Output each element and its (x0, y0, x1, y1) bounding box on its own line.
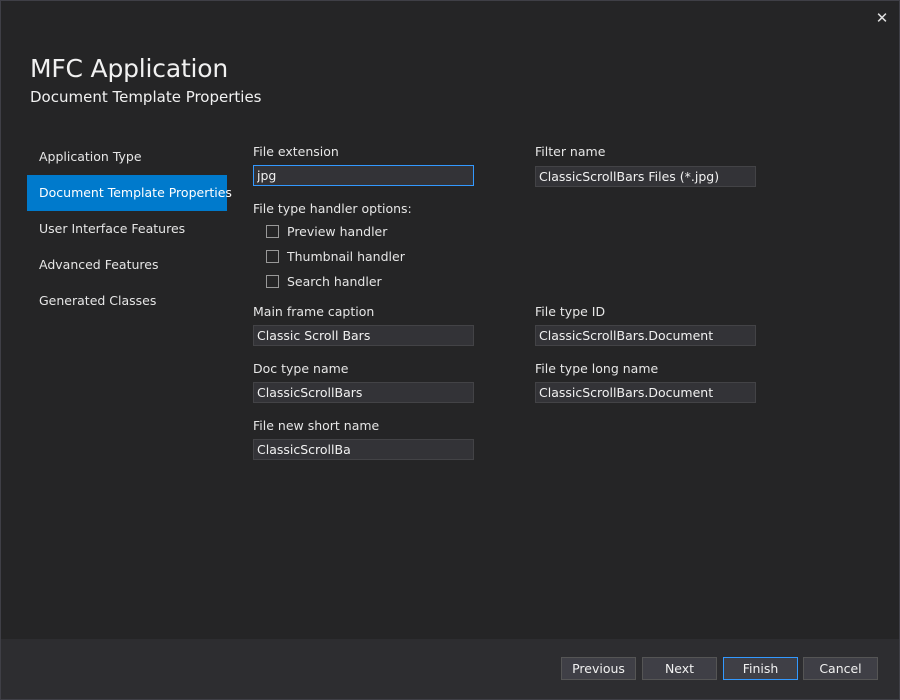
file-type-long-name-label: File type long name (535, 361, 659, 376)
filter-name-field[interactable] (535, 166, 756, 187)
handler-options-label: File type handler options: (253, 201, 412, 216)
file-new-short-name-field[interactable] (253, 439, 474, 460)
thumbnail-handler-label: Thumbnail handler (287, 248, 405, 264)
preview-handler-option[interactable]: Preview handler (266, 221, 387, 241)
cancel-button[interactable]: Cancel (803, 657, 878, 680)
thumbnail-handler-option[interactable]: Thumbnail handler (266, 246, 405, 266)
thumbnail-handler-checkbox[interactable] (266, 249, 279, 263)
search-handler-option[interactable]: Search handler (266, 271, 382, 291)
preview-handler-checkbox[interactable] (266, 224, 279, 238)
page-title: MFC Application (30, 54, 229, 83)
sidebar-item-user-interface-features[interactable]: User Interface Features (27, 211, 227, 247)
file-type-id-field[interactable] (535, 325, 756, 346)
sidebar-item-document-template-properties[interactable]: Document Template Properties (27, 175, 232, 211)
file-type-id-label: File type ID (535, 304, 606, 319)
preview-handler-label: Preview handler (287, 223, 388, 239)
close-icon[interactable]: ✕ (872, 8, 892, 28)
next-button[interactable]: Next (642, 657, 717, 680)
sidebar-item-generated-classes[interactable]: Generated Classes (27, 283, 227, 319)
main-frame-caption-field[interactable] (253, 325, 474, 346)
sidebar-nav: Application Type Document Template Prope… (27, 139, 232, 319)
page-subtitle: Document Template Properties (30, 88, 262, 106)
dialog-window: ✕ MFC Application Document Template Prop… (0, 0, 900, 700)
file-type-long-name-field[interactable] (535, 382, 756, 403)
filter-name-label: Filter name (535, 144, 606, 159)
sidebar-item-advanced-features[interactable]: Advanced Features (27, 247, 227, 283)
doc-type-name-label: Doc type name (253, 361, 349, 376)
dialog-footer: Previous Next Finish Cancel (1, 639, 899, 699)
doc-type-name-field[interactable] (253, 382, 474, 403)
main-frame-caption-label: Main frame caption (253, 304, 375, 319)
search-handler-checkbox[interactable] (266, 274, 279, 288)
previous-button[interactable]: Previous (561, 657, 636, 680)
search-handler-label: Search handler (287, 273, 382, 289)
file-extension-field[interactable] (253, 165, 474, 186)
file-extension-label: File extension (253, 144, 339, 159)
finish-button[interactable]: Finish (723, 657, 798, 680)
file-new-short-name-label: File new short name (253, 418, 380, 433)
sidebar-item-application-type[interactable]: Application Type (27, 139, 227, 175)
